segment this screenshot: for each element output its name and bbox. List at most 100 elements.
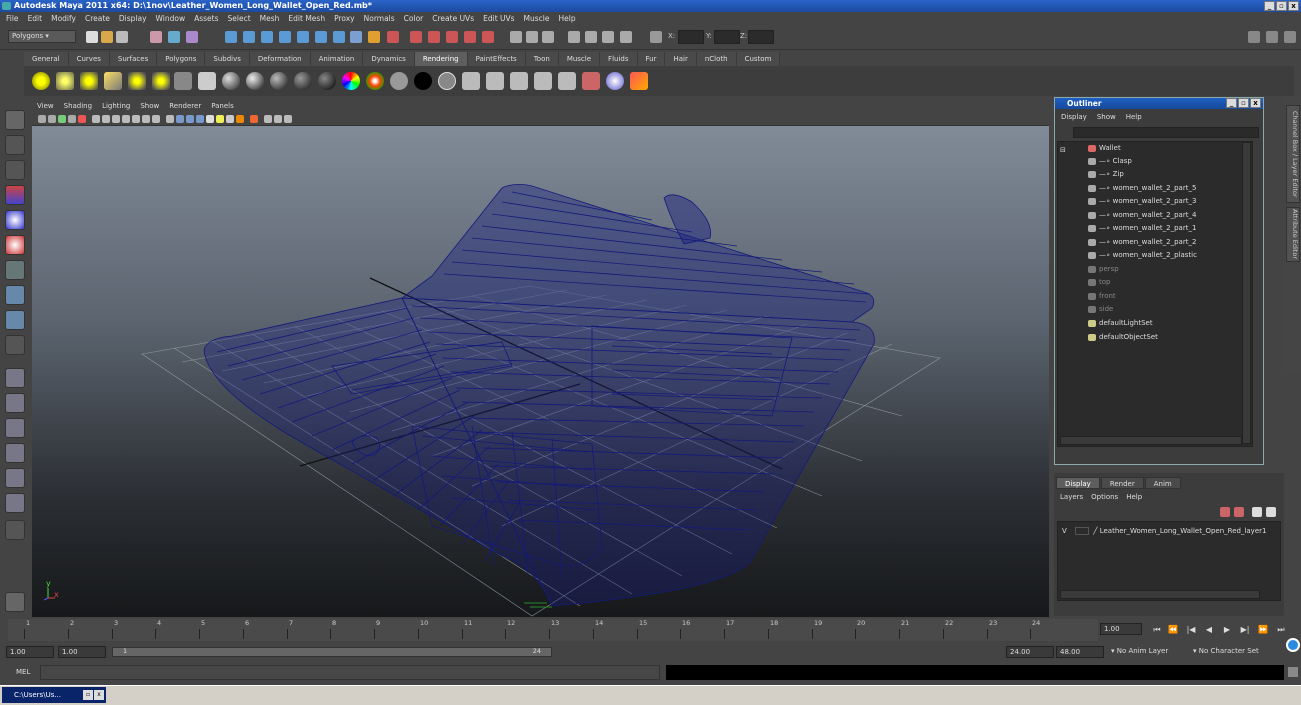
render-view-icon[interactable] [482, 31, 494, 43]
layer-down-icon[interactable] [1266, 507, 1276, 517]
outliner-maximize-button[interactable]: ▫ [1238, 98, 1249, 108]
layer-type-toggle[interactable] [1075, 527, 1090, 535]
range-slider[interactable]: 1 24 [112, 647, 552, 657]
wireframe-on-shaded-icon[interactable] [186, 115, 194, 123]
layer-menu-options[interactable]: Options [1091, 492, 1118, 502]
rename-icon[interactable] [620, 31, 632, 43]
shelf-tab-rendering[interactable]: Rendering [414, 52, 468, 66]
hypershade-layout-icon[interactable] [5, 468, 25, 488]
xray-icon[interactable] [264, 115, 272, 123]
two-d-pan-icon[interactable] [68, 115, 76, 123]
viewport-menu-shading[interactable]: Shading [64, 100, 92, 112]
toggle-sidebar-icon[interactable] [510, 31, 522, 43]
panel-layout-2-icon[interactable] [1266, 31, 1278, 43]
minimize-button[interactable]: _ [1264, 1, 1275, 11]
lambert-material-icon[interactable] [246, 72, 264, 90]
layer-visibility-toggle[interactable]: V [1062, 527, 1067, 535]
render-icon[interactable] [582, 72, 600, 90]
current-frame-field[interactable]: 1.00 [1100, 623, 1142, 635]
menu-window[interactable]: Window [156, 12, 186, 26]
snap-surface-icon[interactable] [297, 31, 309, 43]
phong-material-icon[interactable] [270, 72, 288, 90]
ipr-icon[interactable] [558, 72, 576, 90]
shelf-tab-surfaces[interactable]: Surfaces [109, 52, 158, 66]
layer-tab-anim[interactable]: Anim [1144, 477, 1181, 489]
outliner-window[interactable]: Outliner _ ▫ x Display Show Help ⊟ Walle… [1054, 97, 1264, 465]
taskbar-close-icon[interactable]: x [94, 690, 104, 700]
new-layer-icon[interactable] [1220, 507, 1230, 517]
persp-outliner-layout-icon[interactable] [5, 418, 25, 438]
menu-edit-mesh[interactable]: Edit Mesh [288, 12, 325, 26]
shelf-tab-hair[interactable]: Hair [665, 52, 697, 66]
outliner-vertical-scrollbar[interactable] [1242, 142, 1251, 444]
shelf-tab-dynamics[interactable]: Dynamics [363, 52, 415, 66]
textured-icon[interactable] [196, 115, 204, 123]
shelf-tab-subdivs[interactable]: Subdivs [205, 52, 250, 66]
image-plane-icon[interactable] [58, 115, 66, 123]
ambient-occlusion-icon[interactable] [236, 115, 244, 123]
start-time-field[interactable]: 1.00 [6, 646, 54, 658]
ambient-light-icon[interactable] [32, 72, 50, 90]
outliner-close-button[interactable]: x [1250, 98, 1261, 108]
viewport-menu-view[interactable]: View [37, 100, 54, 112]
viewport-scene[interactable]: y x [32, 126, 1049, 617]
blinn-material-icon[interactable] [222, 72, 240, 90]
xray-components-icon[interactable] [284, 115, 292, 123]
outliner-item-side[interactable]: side [1088, 303, 1113, 316]
outliner-title-bar[interactable]: Outliner _ ▫ x [1055, 98, 1263, 109]
viewport-menu-lighting[interactable]: Lighting [102, 100, 130, 112]
playback-start-field[interactable]: 1.00 [58, 646, 106, 658]
menu-create[interactable]: Create [85, 12, 110, 26]
outliner-item-zip[interactable]: —∘ Zip [1088, 168, 1124, 181]
four-view-layout-icon[interactable] [5, 393, 25, 413]
step-forward-icon[interactable]: ⏩ [1258, 625, 1268, 635]
select-object-icon[interactable] [168, 31, 180, 43]
toggle-channel-icon[interactable] [526, 31, 538, 43]
area-light-icon[interactable] [128, 72, 146, 90]
layer-row[interactable]: V ╱ Leather_Women_Long_Wallet_Open_Red_l… [1062, 525, 1266, 538]
soft-modify-tool-icon[interactable] [5, 285, 25, 305]
menu-muscle[interactable]: Muscle [524, 12, 550, 26]
anim-layer-selector[interactable]: ▾ No Anim Layer [1108, 646, 1188, 658]
grid-toggle-icon[interactable] [92, 115, 100, 123]
outliner-item-clasp[interactable]: —∘ Clasp [1088, 155, 1132, 168]
close-button[interactable]: x [1288, 1, 1299, 11]
anisotropic-material-icon[interactable] [318, 72, 336, 90]
shelf-tab-animation[interactable]: Animation [310, 52, 364, 66]
shelf-tab-general[interactable]: General [24, 52, 69, 66]
snap-grid-icon[interactable] [225, 31, 237, 43]
render-settings-icon[interactable] [446, 31, 458, 43]
render-pass-icon[interactable] [486, 72, 504, 90]
isolate-select-icon[interactable] [250, 115, 258, 123]
side-tab-channel-box[interactable]: Channel Box / Layer Editor [1286, 105, 1300, 203]
directional-light-icon[interactable] [56, 72, 74, 90]
layer-color-swatch[interactable]: ╱ [1093, 527, 1097, 535]
shading-map-icon[interactable] [438, 72, 456, 90]
lasso-tool-icon[interactable] [5, 135, 25, 155]
xray-joints-icon[interactable] [274, 115, 282, 123]
rotate-tool-icon[interactable] [5, 210, 25, 230]
surface-shader-icon[interactable] [390, 72, 408, 90]
bookmark-icon[interactable] [48, 115, 56, 123]
shelf-tab-muscle[interactable]: Muscle [558, 52, 601, 66]
shelf-tab-polygons[interactable]: Polygons [157, 52, 206, 66]
scale-tool-icon[interactable] [5, 235, 25, 255]
manipulator-tool-icon[interactable] [5, 260, 25, 280]
select-tool-icon[interactable] [5, 110, 25, 130]
outliner-minimize-button[interactable]: _ [1226, 98, 1237, 108]
menu-proxy[interactable]: Proxy [334, 12, 355, 26]
viewport-menu-renderer[interactable]: Renderer [169, 100, 201, 112]
outliner-item-persp[interactable]: persp [1088, 263, 1119, 276]
history-icon[interactable] [315, 31, 327, 43]
step-back-key-icon[interactable]: |◀ [1186, 625, 1196, 635]
shelf-tab-fur[interactable]: Fur [637, 52, 666, 66]
perspective-viewport[interactable]: View Shading Lighting Show Renderer Pane… [32, 100, 1049, 617]
grease-pencil-icon[interactable] [78, 115, 86, 123]
outliner-item-part-4[interactable]: —∘ women_wallet_2_part_4 [1088, 209, 1196, 222]
outliner-item-default-light-set[interactable]: defaultLightSet [1088, 317, 1153, 330]
camera-attr-icon[interactable] [38, 115, 46, 123]
outliner-menu-display[interactable]: Display [1061, 111, 1087, 123]
y-field[interactable] [714, 30, 740, 44]
high-quality-icon[interactable] [226, 115, 234, 123]
toggle-layer-icon[interactable] [542, 31, 554, 43]
